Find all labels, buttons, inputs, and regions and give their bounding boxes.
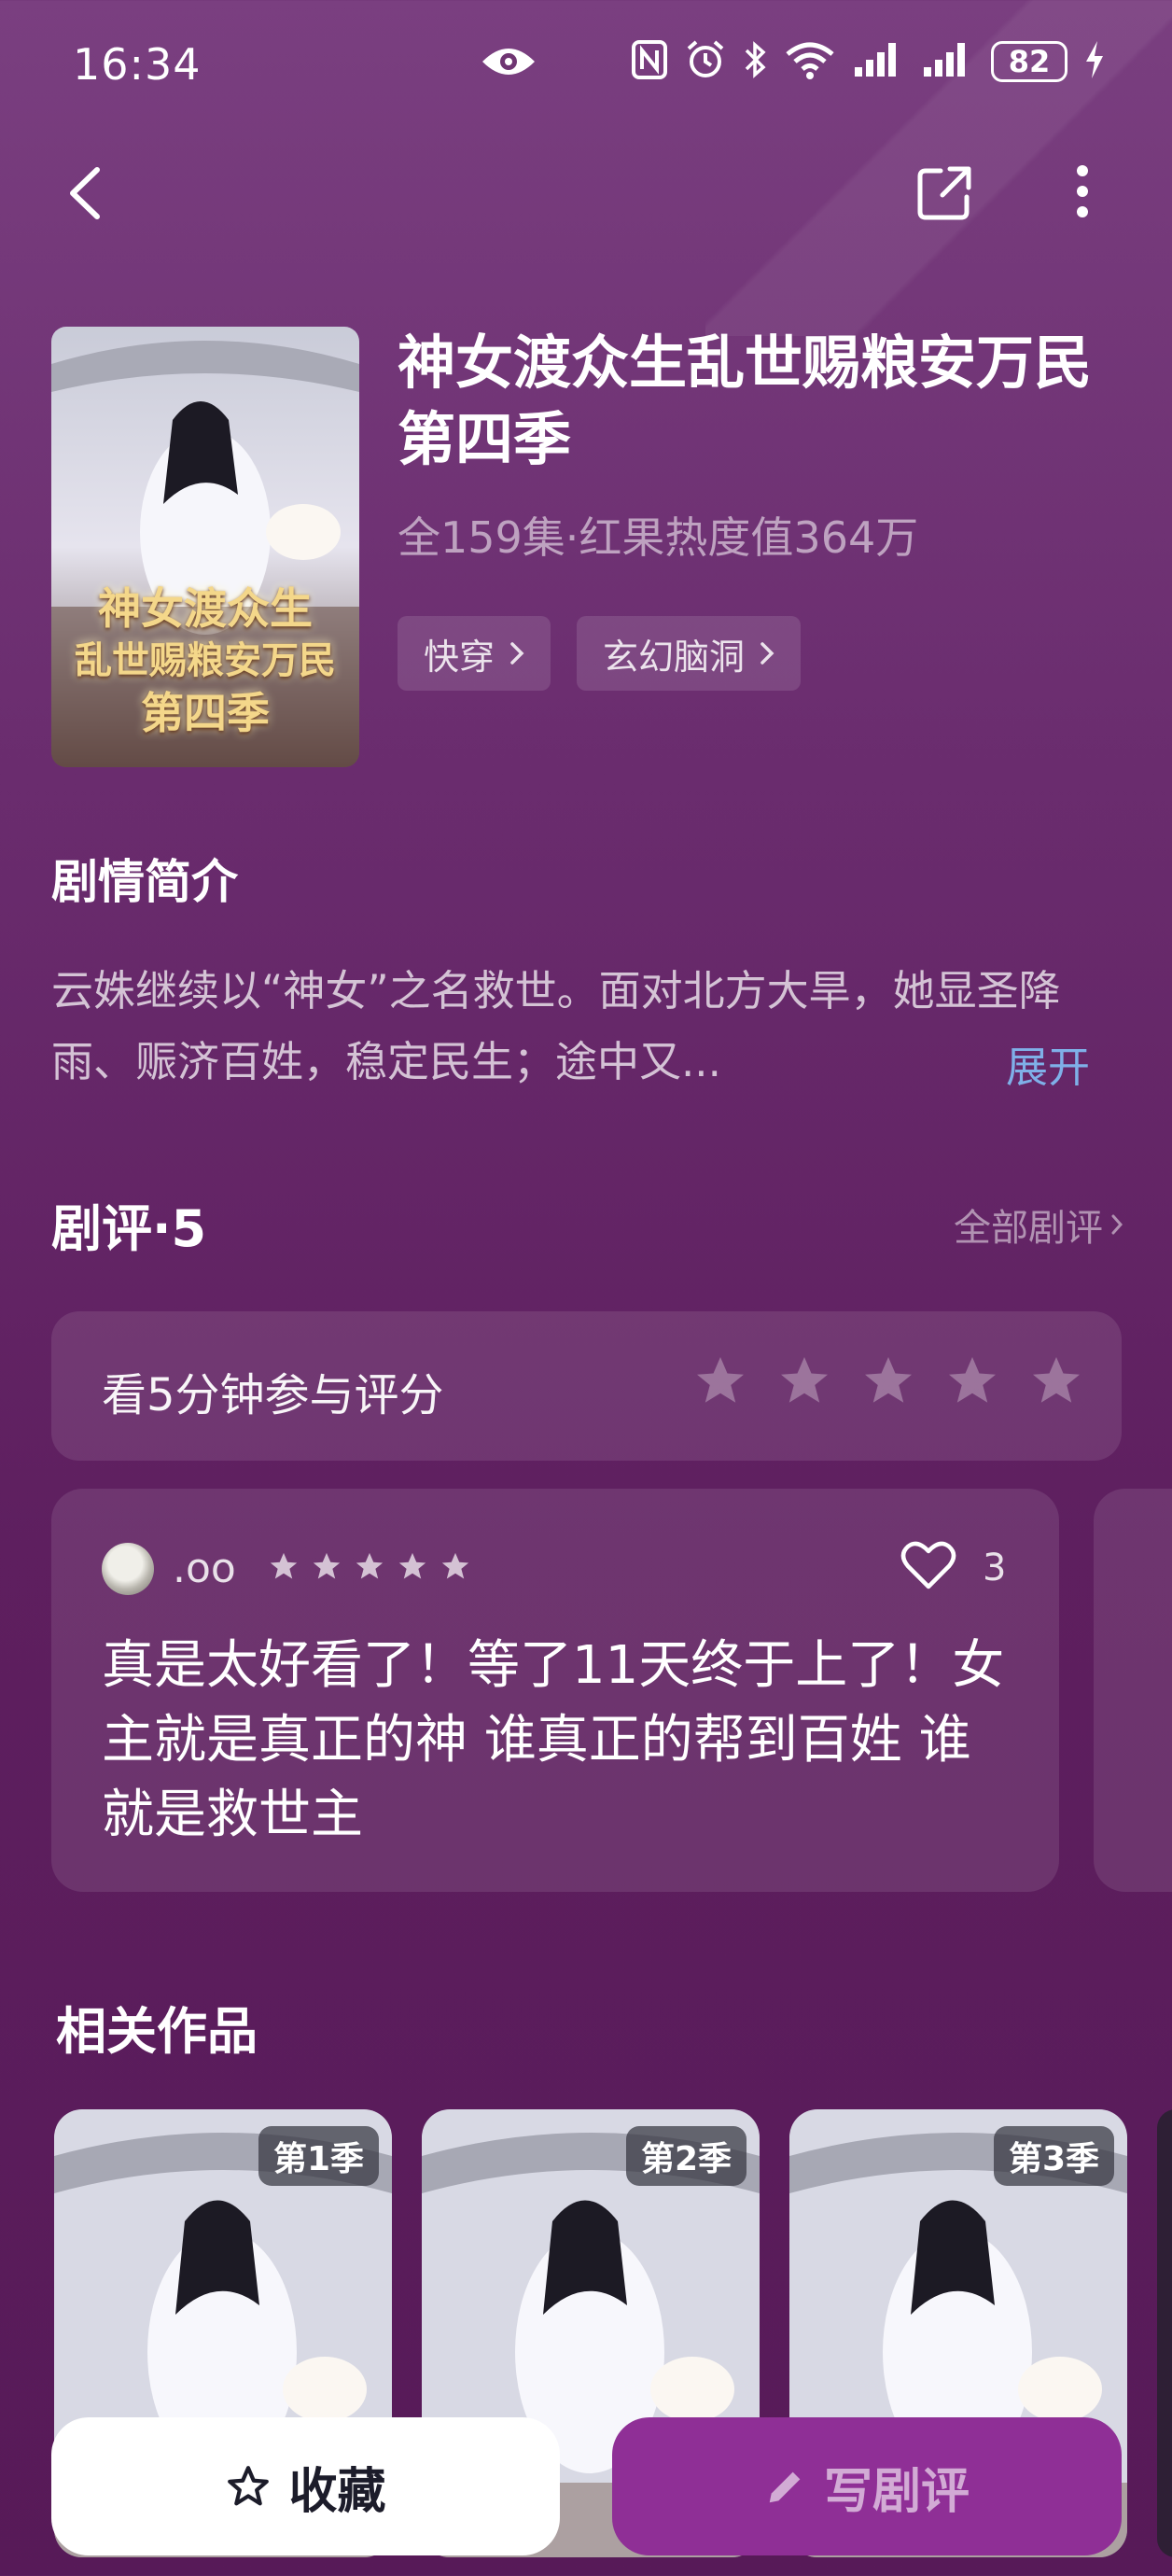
all-reviews-label: 全部剧评 [954,1207,1103,1250]
related-item-peek[interactable] [1157,2109,1172,2557]
synopsis-title: 剧情简介 [51,855,238,909]
poster-title-line: 第四季 [141,688,270,738]
star-icon[interactable] [1028,1352,1084,1408]
rating-stars [692,1352,1084,1408]
poster-title-art: 神女渡众生 乱世赐粮安万民 第四季 [51,582,359,739]
star-icon [270,1552,298,1579]
nfc-icon [631,39,668,84]
poster-title-line: 神女渡众生 [98,583,313,634]
show-meta: 全159集·红果热度值364万 [398,512,919,563]
reviews-header: 剧评·5 [51,1199,207,1258]
status-bar: 16:34 82 [0,0,1172,131]
chevron-right-icon [510,642,524,665]
star-icon[interactable] [944,1352,1000,1408]
related-title: 相关作品 [56,2002,258,2061]
star-icon [356,1552,384,1579]
eye-icon [481,43,537,84]
star-icon[interactable] [860,1352,916,1408]
tag-chip[interactable]: 快穿 [398,616,551,691]
reviewer-name: .oo [173,1545,236,1592]
review-card-peek[interactable] [1094,1489,1172,1892]
star-icon [398,1552,426,1579]
signal-icon [853,41,905,82]
avatar [102,1543,154,1595]
charging-icon [1084,39,1105,84]
review-stars [268,1550,471,1582]
share-icon [917,166,971,220]
season-badge: 第1季 [258,2126,379,2186]
more-icon [1077,165,1088,217]
rate-card: 看5分钟参与评分 [51,1311,1122,1461]
expand-link[interactable]: 展开 [1006,1033,1090,1094]
poster-image[interactable]: 神女渡众生 乱世赐粮安万民 第四季 [51,327,359,767]
tag-list: 快穿 玄幻脑洞 [398,616,802,691]
share-button[interactable] [914,163,974,223]
show-title: 神女渡众生乱世赐粮安万民第四季 [398,329,1093,473]
star-icon[interactable] [692,1352,748,1408]
pencil-icon [769,2471,801,2503]
alarm-icon [685,39,726,84]
like-count: 3 [983,1547,1007,1589]
heart-icon[interactable] [900,1540,956,1594]
chevron-right-icon [1111,1214,1123,1235]
signal-icon [922,41,974,82]
write-review-label: 写剧评 [823,2463,970,2520]
tag-label: 快穿 [424,636,495,678]
season-badge: 第3季 [993,2126,1114,2186]
favorite-label: 收藏 [288,2463,386,2520]
more-button[interactable] [1064,159,1101,224]
star-icon[interactable] [776,1352,832,1408]
season-badge: 第2季 [625,2126,746,2186]
status-time: 16:34 [73,39,202,90]
tag-chip[interactable]: 玄幻脑洞 [577,616,802,691]
star-icon [313,1552,341,1579]
synopsis-text: 云姝继续以“神女”之名救世。面对北方大旱，她显圣降雨、赈济百姓，稳定民生；途中又… [51,966,1061,1086]
star-outline-icon [228,2466,270,2506]
rate-prompt: 看5分钟参与评分 [102,1369,444,1421]
back-icon [70,167,100,219]
battery-icon: 82 [991,41,1067,82]
review-card[interactable]: .oo 3 真是太好看了！等了11天终于上了！女主就是真正的神 谁真正的帮到百姓… [51,1489,1059,1892]
chevron-right-icon [760,642,774,665]
review-text: 真是太好看了！等了11天终于上了！女主就是真正的神 谁真正的帮到百姓 谁就是救世… [102,1635,1005,1845]
bluetooth-icon [743,39,767,84]
star-icon [441,1552,469,1579]
back-button[interactable] [60,161,116,226]
status-icons: 82 [631,39,1105,84]
tag-label: 玄幻脑洞 [603,636,746,678]
all-reviews-link[interactable]: 全部剧评 [954,1197,1123,1252]
write-review-button[interactable]: 写剧评 [612,2417,1122,2555]
favorite-button[interactable]: 收藏 [51,2417,560,2555]
poster-title-line: 乱世赐粮安万民 [75,638,336,682]
wifi-icon [784,39,836,84]
